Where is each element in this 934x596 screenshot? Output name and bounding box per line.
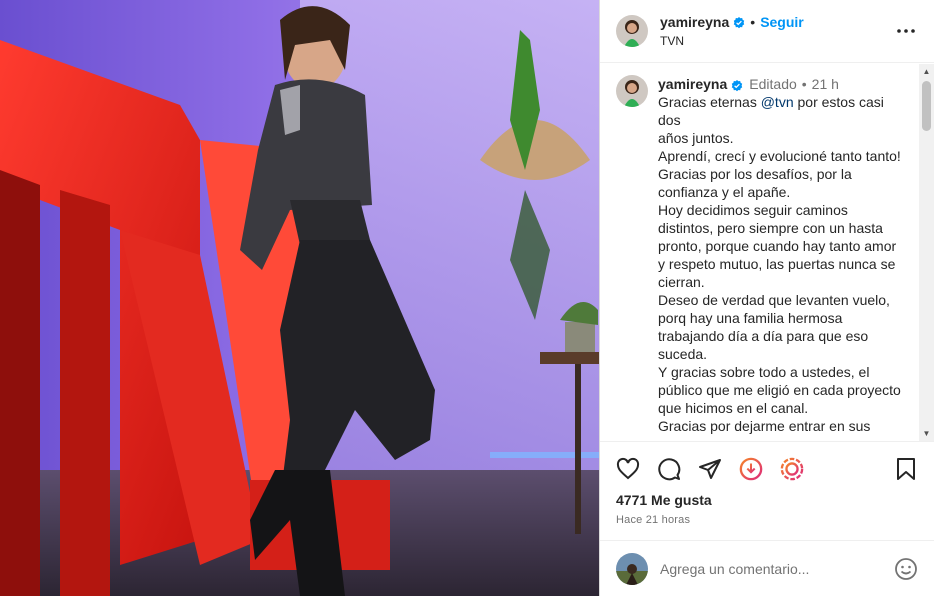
caption-text-segment: Deseo de verdad que levanten vuelo,: [658, 292, 890, 308]
add-comment-bar: [600, 540, 934, 596]
caption-text-segment: distintos, pero siempre con un hasta: [658, 220, 883, 236]
post-time-ago[interactable]: Hace 21 horas: [616, 514, 918, 526]
caption-text-segment: años juntos.: [658, 130, 734, 146]
mention-link[interactable]: @tvn: [761, 94, 794, 110]
caption-text: Gracias eternas @tvn por estos casi dos a…: [658, 93, 908, 441]
caption-line: público que me eligió en cada proyecto: [658, 381, 908, 399]
caption-line: Gracias por los desafíos, por la: [658, 165, 908, 183]
caption-text-segment: confianza y el apañe.: [658, 184, 791, 200]
emoji-icon[interactable]: [894, 557, 918, 581]
more-icon[interactable]: [894, 19, 918, 43]
download-icon[interactable]: [739, 457, 763, 481]
caption-line: Aprendí, crecí y evolucioné tanto tanto!: [658, 147, 908, 165]
scroll-thumb[interactable]: [922, 81, 931, 131]
caption-line: suceda.: [658, 345, 908, 363]
scroll-down-icon[interactable]: ▼: [919, 426, 934, 441]
follow-button[interactable]: Seguir: [760, 14, 804, 30]
caption-text-segment: y respeto mutuo, las puertas nunca se: [658, 256, 896, 272]
caption-line: porq hay una familia hermosa: [658, 309, 908, 327]
caption-line: trabajando día a día para que eso: [658, 327, 908, 345]
viewer-avatar: [616, 552, 648, 585]
caption-text-segment: trabajando día a día para que eso: [658, 328, 869, 344]
separator-dot: •: [801, 76, 807, 92]
edited-label: Editado: [749, 76, 797, 92]
caption-line: Gracias por dejarme entrar en sus: [658, 417, 908, 435]
likes-count[interactable]: 4771 Me gusta: [616, 492, 918, 508]
caption-line: Gracias eternas @tvn por estos casi dos: [658, 93, 908, 129]
caption-text-segment: público que me eligió en cada proyecto: [658, 382, 901, 398]
author-username[interactable]: yamireyna: [660, 14, 729, 30]
comment-icon[interactable]: [657, 457, 681, 481]
caption-text-segment: que hicimos en el canal.: [658, 400, 809, 416]
caption-text-segment: porq hay una familia hermosa: [658, 310, 843, 326]
caption: yamireyna Editado • 21 h Gracias eternas…: [616, 75, 914, 441]
caption-username[interactable]: yamireyna: [658, 75, 727, 93]
post-side-panel: yamireyna • Seguir TVN yamireyna Editado…: [599, 0, 934, 596]
instagram-post: yamireyna • Seguir TVN yamireyna Editado…: [0, 0, 934, 596]
verified-badge-icon: [731, 78, 743, 92]
author-avatar[interactable]: [616, 15, 648, 47]
heart-icon[interactable]: [616, 457, 640, 481]
caption-text-segment: casas.: [658, 436, 698, 441]
caption-avatar[interactable]: [616, 75, 648, 107]
caption-text-segment: pronto, porque cuando hay tanto amor: [658, 238, 897, 254]
share-icon[interactable]: [698, 457, 722, 481]
caption-text-segment: Aprendí, crecí y evolucioné tanto tanto!: [658, 148, 901, 164]
caption-text-segment: Hoy decidimos seguir caminos: [658, 202, 848, 218]
caption-line: cierran.: [658, 273, 908, 291]
caption-line: años juntos.: [658, 129, 908, 147]
caption-line: pronto, porque cuando hay tanto amor: [658, 237, 908, 255]
caption-line: que hicimos en el canal.: [658, 399, 908, 417]
caption-text-segment: suceda.: [658, 346, 708, 362]
caption-text-segment: cierran.: [658, 274, 705, 290]
post-photo[interactable]: [0, 0, 599, 596]
post-photo-image: [0, 0, 599, 596]
caption-line: Y gracias sobre todo a ustedes, el: [658, 363, 908, 381]
verified-badge-icon: [733, 16, 745, 29]
story-icon[interactable]: [780, 457, 804, 481]
scroll-up-icon[interactable]: ▲: [919, 64, 934, 79]
post-header: yamireyna • Seguir TVN: [600, 0, 934, 63]
caption-line: casas.: [658, 435, 908, 441]
bookmark-icon[interactable]: [894, 457, 918, 481]
caption-text-segment: Gracias por los desafíos, por la: [658, 166, 852, 182]
caption-line: distintos, pero siempre con un hasta: [658, 219, 908, 237]
comments-scrollbar[interactable]: ▲ ▼: [919, 64, 934, 441]
caption-line: Hoy decidimos seguir caminos: [658, 201, 908, 219]
post-location[interactable]: TVN: [660, 34, 804, 48]
caption-text-segment: Gracias por dejarme entrar en sus: [658, 418, 871, 434]
separator-dot: •: [750, 14, 756, 30]
caption-time[interactable]: 21 h: [812, 75, 839, 93]
post-actions: 4771 Me gusta Hace 21 horas: [600, 441, 934, 526]
caption-text-segment: Gracias eternas: [658, 94, 761, 110]
caption-text-segment: Y gracias sobre todo a ustedes, el: [658, 364, 870, 380]
caption-line: Deseo de verdad que levanten vuelo,: [658, 291, 908, 309]
caption-body: yamireyna Editado • 21 h Gracias eternas…: [658, 75, 908, 441]
caption-line: y respeto mutuo, las puertas nunca se: [658, 255, 908, 273]
comment-input[interactable]: [660, 560, 894, 577]
caption-line: confianza y el apañe.: [658, 183, 908, 201]
comments-area: yamireyna Editado • 21 h Gracias eternas…: [600, 63, 934, 441]
